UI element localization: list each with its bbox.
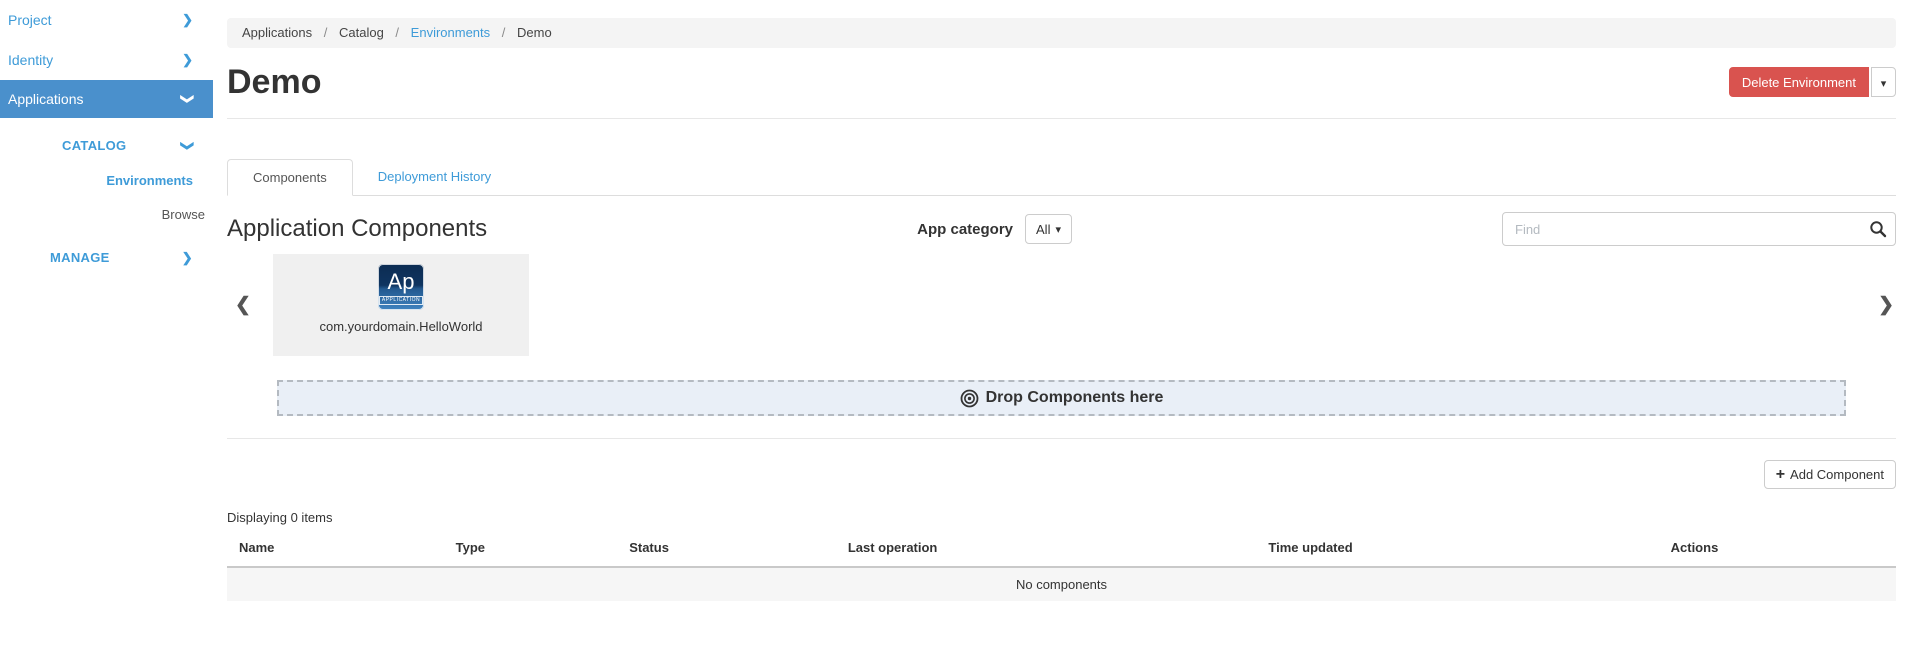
section-heading: Application Components bbox=[227, 215, 487, 243]
sidebar-item-manage[interactable]: MANAGE ❯ bbox=[0, 240, 213, 276]
sidebar-item-label: Project bbox=[8, 12, 52, 28]
sidebar-item-label: Browse bbox=[162, 207, 205, 222]
delete-environment-dropdown-toggle[interactable]: ▾ bbox=[1871, 67, 1896, 97]
sidebar-item-browse[interactable]: Browse bbox=[0, 198, 213, 232]
page-header: Demo Delete Environment ▾ bbox=[227, 58, 1896, 106]
app-category-label: App category bbox=[917, 221, 1013, 238]
page-title: Demo bbox=[227, 63, 321, 102]
sidebar-item-applications[interactable]: Applications ❯ bbox=[0, 80, 213, 118]
column-header-time-updated: Time updated bbox=[1258, 531, 1660, 567]
title-divider bbox=[227, 118, 1896, 119]
chevron-right-icon: ❯ bbox=[182, 0, 193, 40]
chevron-right-icon: ❯ bbox=[182, 240, 193, 276]
sidebar-section-label: CATALOG bbox=[62, 138, 126, 153]
sidebar-item-label: Environments bbox=[106, 173, 193, 188]
tab-bar: Components Deployment History bbox=[227, 159, 1896, 196]
app-category-dropdown[interactable]: All ▾ bbox=[1025, 214, 1072, 244]
find-input[interactable] bbox=[1502, 212, 1896, 246]
drop-components-zone[interactable]: Drop Components here bbox=[277, 380, 1846, 416]
chevron-down-icon: ❯ bbox=[169, 140, 205, 151]
sidebar-item-identity[interactable]: Identity ❯ bbox=[0, 40, 213, 80]
breadcrumb-separator: / bbox=[324, 25, 328, 40]
sidebar-item-label: Applications bbox=[8, 91, 84, 107]
application-icon: Ap APPLICATION bbox=[378, 264, 424, 310]
main-content: Applications / Catalog / Environments / … bbox=[227, 0, 1896, 601]
tab-components[interactable]: Components bbox=[227, 159, 353, 196]
section-divider bbox=[227, 438, 1896, 439]
column-header-type: Type bbox=[446, 531, 620, 567]
add-component-button[interactable]: + Add Component bbox=[1764, 460, 1896, 489]
add-component-row: + Add Component bbox=[227, 460, 1896, 489]
column-header-status: Status bbox=[619, 531, 838, 567]
target-icon bbox=[960, 389, 979, 408]
column-header-actions: Actions bbox=[1661, 531, 1896, 567]
sidebar-item-project[interactable]: Project ❯ bbox=[0, 0, 213, 40]
chevron-down-icon: ❯ bbox=[169, 94, 207, 105]
chevron-right-icon: ❯ bbox=[182, 40, 193, 80]
sidebar-section-label: MANAGE bbox=[50, 250, 110, 265]
delete-environment-button-group: Delete Environment ▾ bbox=[1729, 67, 1896, 97]
breadcrumb-item: Applications bbox=[242, 25, 312, 40]
application-icon-title: Ap bbox=[388, 270, 415, 294]
sidebar: Project ❯ Identity ❯ Applications ❯ CATA… bbox=[0, 0, 213, 276]
breadcrumb-item-current: Demo bbox=[517, 25, 552, 40]
application-icon-subtitle: APPLICATION bbox=[379, 296, 423, 305]
table-summary: Displaying 0 items bbox=[227, 510, 1896, 525]
app-card[interactable]: Ap APPLICATION com.yourdomain.HelloWorld bbox=[273, 254, 529, 356]
components-toolbar: Application Components App category All … bbox=[227, 212, 1896, 246]
breadcrumb: Applications / Catalog / Environments / … bbox=[227, 18, 1896, 48]
breadcrumb-item: Catalog bbox=[339, 25, 384, 40]
app-carousel: ❮ Ap APPLICATION com.yourdomain.HelloWor… bbox=[227, 254, 1896, 356]
sidebar-item-label: Identity bbox=[8, 52, 53, 68]
table-header-row: Name Type Status Last operation Time upd… bbox=[227, 531, 1896, 567]
sidebar-item-catalog[interactable]: CATALOG ❯ bbox=[0, 128, 213, 164]
breadcrumb-separator: / bbox=[395, 25, 399, 40]
table-empty-row: No components bbox=[227, 567, 1896, 601]
table-empty-message: No components bbox=[227, 567, 1896, 601]
add-component-label: Add Component bbox=[1790, 467, 1884, 482]
column-header-last-operation: Last operation bbox=[838, 531, 1259, 567]
tab-deployment-history[interactable]: Deployment History bbox=[353, 159, 516, 196]
breadcrumb-separator: / bbox=[502, 25, 506, 40]
components-table: Name Type Status Last operation Time upd… bbox=[227, 531, 1896, 601]
app-category-selected-value: All bbox=[1036, 222, 1050, 237]
caret-down-icon: ▾ bbox=[1881, 78, 1887, 90]
column-header-name: Name bbox=[227, 531, 446, 567]
breadcrumb-link-environments[interactable]: Environments bbox=[411, 25, 490, 40]
carousel-next-button[interactable]: ❯ bbox=[1878, 294, 1894, 317]
carousel-prev-button[interactable]: ❮ bbox=[235, 294, 251, 317]
search-icon[interactable] bbox=[1869, 220, 1887, 238]
plus-icon: + bbox=[1776, 467, 1785, 483]
app-category-filter: App category All ▾ bbox=[917, 214, 1072, 244]
caret-down-icon: ▾ bbox=[1055, 223, 1061, 236]
find-field-wrapper bbox=[1502, 212, 1896, 246]
app-name: com.yourdomain.HelloWorld bbox=[273, 319, 529, 334]
sidebar-item-environments[interactable]: Environments bbox=[0, 164, 213, 198]
delete-environment-button[interactable]: Delete Environment bbox=[1729, 67, 1869, 97]
drop-zone-label: Drop Components here bbox=[986, 389, 1164, 407]
